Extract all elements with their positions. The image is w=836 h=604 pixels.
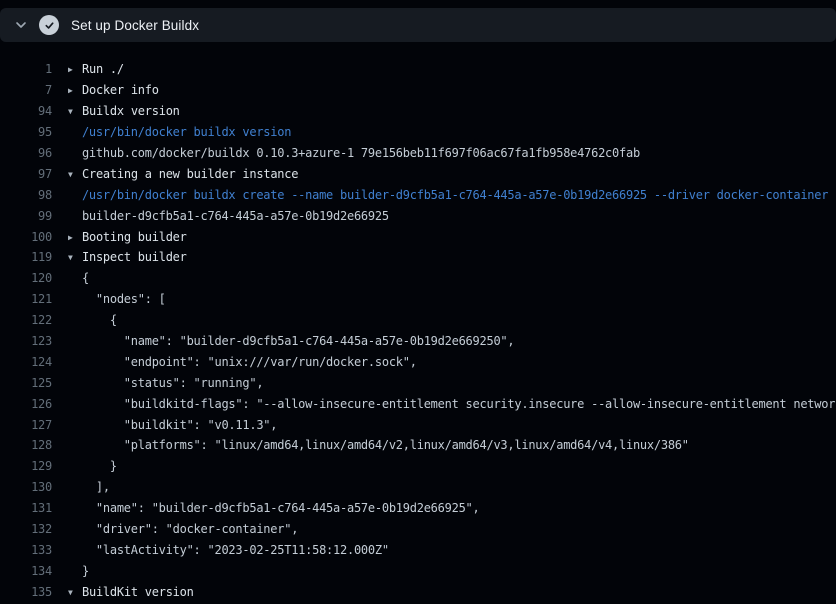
log-text[interactable]: ▶Run ./ [52,62,836,76]
log-row: 129 } [0,456,836,477]
log-row: 135 ▼BuildKit version [0,581,836,602]
log-row: 97 ▼Creating a new builder instance [0,163,836,184]
log-text: builder-d9cfb5a1-c764-445a-a57e-0b19d2e6… [52,209,836,223]
line-number[interactable]: 134 [0,564,52,578]
log-text[interactable]: ▶Booting builder [52,230,836,244]
group-label[interactable]: Creating a new builder instance [82,167,298,181]
log-row: 120 { [0,268,836,289]
log-text: ], [52,480,836,494]
triangle-right-icon[interactable]: ▶ [68,65,82,74]
group-label[interactable]: Inspect builder [82,250,187,264]
log-text[interactable]: ▼Creating a new builder instance [52,167,836,181]
chevron-down-icon[interactable] [13,17,29,33]
triangle-down-icon[interactable]: ▼ [68,170,82,179]
log-row: 122 { [0,310,836,331]
line-number[interactable]: 125 [0,376,52,390]
line-number[interactable]: 132 [0,522,52,536]
log-row: 7 ▶Docker info [0,80,836,101]
log-text[interactable]: ▼Inspect builder [52,250,836,264]
line-number[interactable]: 133 [0,543,52,557]
log-row: 132 "driver": "docker-container", [0,519,836,540]
log-text: github.com/docker/buildx 0.10.3+azure-1 … [52,146,836,160]
line-number[interactable]: 130 [0,480,52,494]
triangle-right-icon[interactable]: ▶ [68,86,82,95]
line-number[interactable]: 127 [0,418,52,432]
log-row: 100 ▶Booting builder [0,226,836,247]
line-number[interactable]: 120 [0,271,52,285]
line-number[interactable]: 97 [0,167,52,181]
line-number[interactable]: 7 [0,83,52,97]
log-row: 94 ▼Buildx version [0,101,836,122]
line-number[interactable]: 124 [0,355,52,369]
log-row: 119 ▼Inspect builder [0,247,836,268]
triangle-down-icon[interactable]: ▼ [68,107,82,116]
line-number[interactable]: 1 [0,62,52,76]
log-row: 126 "buildkitd-flags": "--allow-insecure… [0,393,836,414]
log-row: 125 "status": "running", [0,372,836,393]
log-text: "name": "builder-d9cfb5a1-c764-445a-a57e… [52,334,836,348]
line-number[interactable]: 94 [0,104,52,118]
log-row: 131 "name": "builder-d9cfb5a1-c764-445a-… [0,498,836,519]
group-label[interactable]: Booting builder [82,230,187,244]
line-number[interactable]: 122 [0,313,52,327]
log-row: 127 "buildkit": "v0.11.3", [0,414,836,435]
step-title: Set up Docker Buildx [71,18,199,33]
line-number[interactable]: 95 [0,125,52,139]
log-text: { [52,271,836,285]
log-row: 130 ], [0,477,836,498]
log-row: 124 "endpoint": "unix:///var/run/docker.… [0,351,836,372]
log-row: 134 } [0,560,836,581]
line-number[interactable]: 96 [0,146,52,160]
check-circle-icon [39,15,59,35]
log-text: "name": "builder-d9cfb5a1-c764-445a-a57e… [52,501,836,515]
log-text: { [52,313,836,327]
line-number[interactable]: 99 [0,209,52,223]
group-label[interactable]: BuildKit version [82,585,194,599]
group-label[interactable]: Run ./ [82,62,124,76]
log-text[interactable]: ▶Docker info [52,83,836,97]
log-row: 95 /usr/bin/docker buildx version [0,122,836,143]
line-number[interactable]: 119 [0,250,52,264]
log-row: 133 "lastActivity": "2023-02-25T11:58:12… [0,539,836,560]
log-text: "buildkit": "v0.11.3", [52,418,836,432]
log-row: 99 builder-d9cfb5a1-c764-445a-a57e-0b19d… [0,205,836,226]
line-number[interactable]: 128 [0,438,52,452]
log-text: "platforms": "linux/amd64,linux/amd64/v2… [52,438,836,452]
line-number[interactable]: 131 [0,501,52,515]
log-text: } [52,459,836,473]
log-text: "endpoint": "unix:///var/run/docker.sock… [52,355,836,369]
log-text: "lastActivity": "2023-02-25T11:58:12.000… [52,543,836,557]
log-text: "nodes": [ [52,292,836,306]
line-number[interactable]: 129 [0,459,52,473]
log-text: "buildkitd-flags": "--allow-insecure-ent… [52,397,836,411]
triangle-down-icon[interactable]: ▼ [68,253,82,262]
line-number[interactable]: 123 [0,334,52,348]
log-row: 98 /usr/bin/docker buildx create --name … [0,184,836,205]
log-text[interactable]: ▼BuildKit version [52,585,836,599]
log-text: /usr/bin/docker buildx create --name bui… [52,188,836,202]
step-header[interactable]: Set up Docker Buildx [0,8,836,42]
triangle-down-icon[interactable]: ▼ [68,588,82,597]
log-text: } [52,564,836,578]
log-text: "driver": "docker-container", [52,522,836,536]
log-text: "status": "running", [52,376,836,390]
line-number[interactable]: 135 [0,585,52,599]
line-number[interactable]: 98 [0,188,52,202]
line-number[interactable]: 126 [0,397,52,411]
log-row: 96 github.com/docker/buildx 0.10.3+azure… [0,143,836,164]
group-label[interactable]: Docker info [82,83,159,97]
log-row: 128 "platforms": "linux/amd64,linux/amd6… [0,435,836,456]
log-row: 1 ▶Run ./ [0,59,836,80]
log-row: 121 "nodes": [ [0,289,836,310]
line-number[interactable]: 100 [0,230,52,244]
log-output: 1 ▶Run ./ 7 ▶Docker info 94 ▼Buildx vers… [0,42,836,604]
log-text[interactable]: ▼Buildx version [52,104,836,118]
line-number[interactable]: 121 [0,292,52,306]
triangle-right-icon[interactable]: ▶ [68,233,82,242]
log-row: 123 "name": "builder-d9cfb5a1-c764-445a-… [0,331,836,352]
log-text: /usr/bin/docker buildx version [52,125,836,139]
group-label[interactable]: Buildx version [82,104,180,118]
